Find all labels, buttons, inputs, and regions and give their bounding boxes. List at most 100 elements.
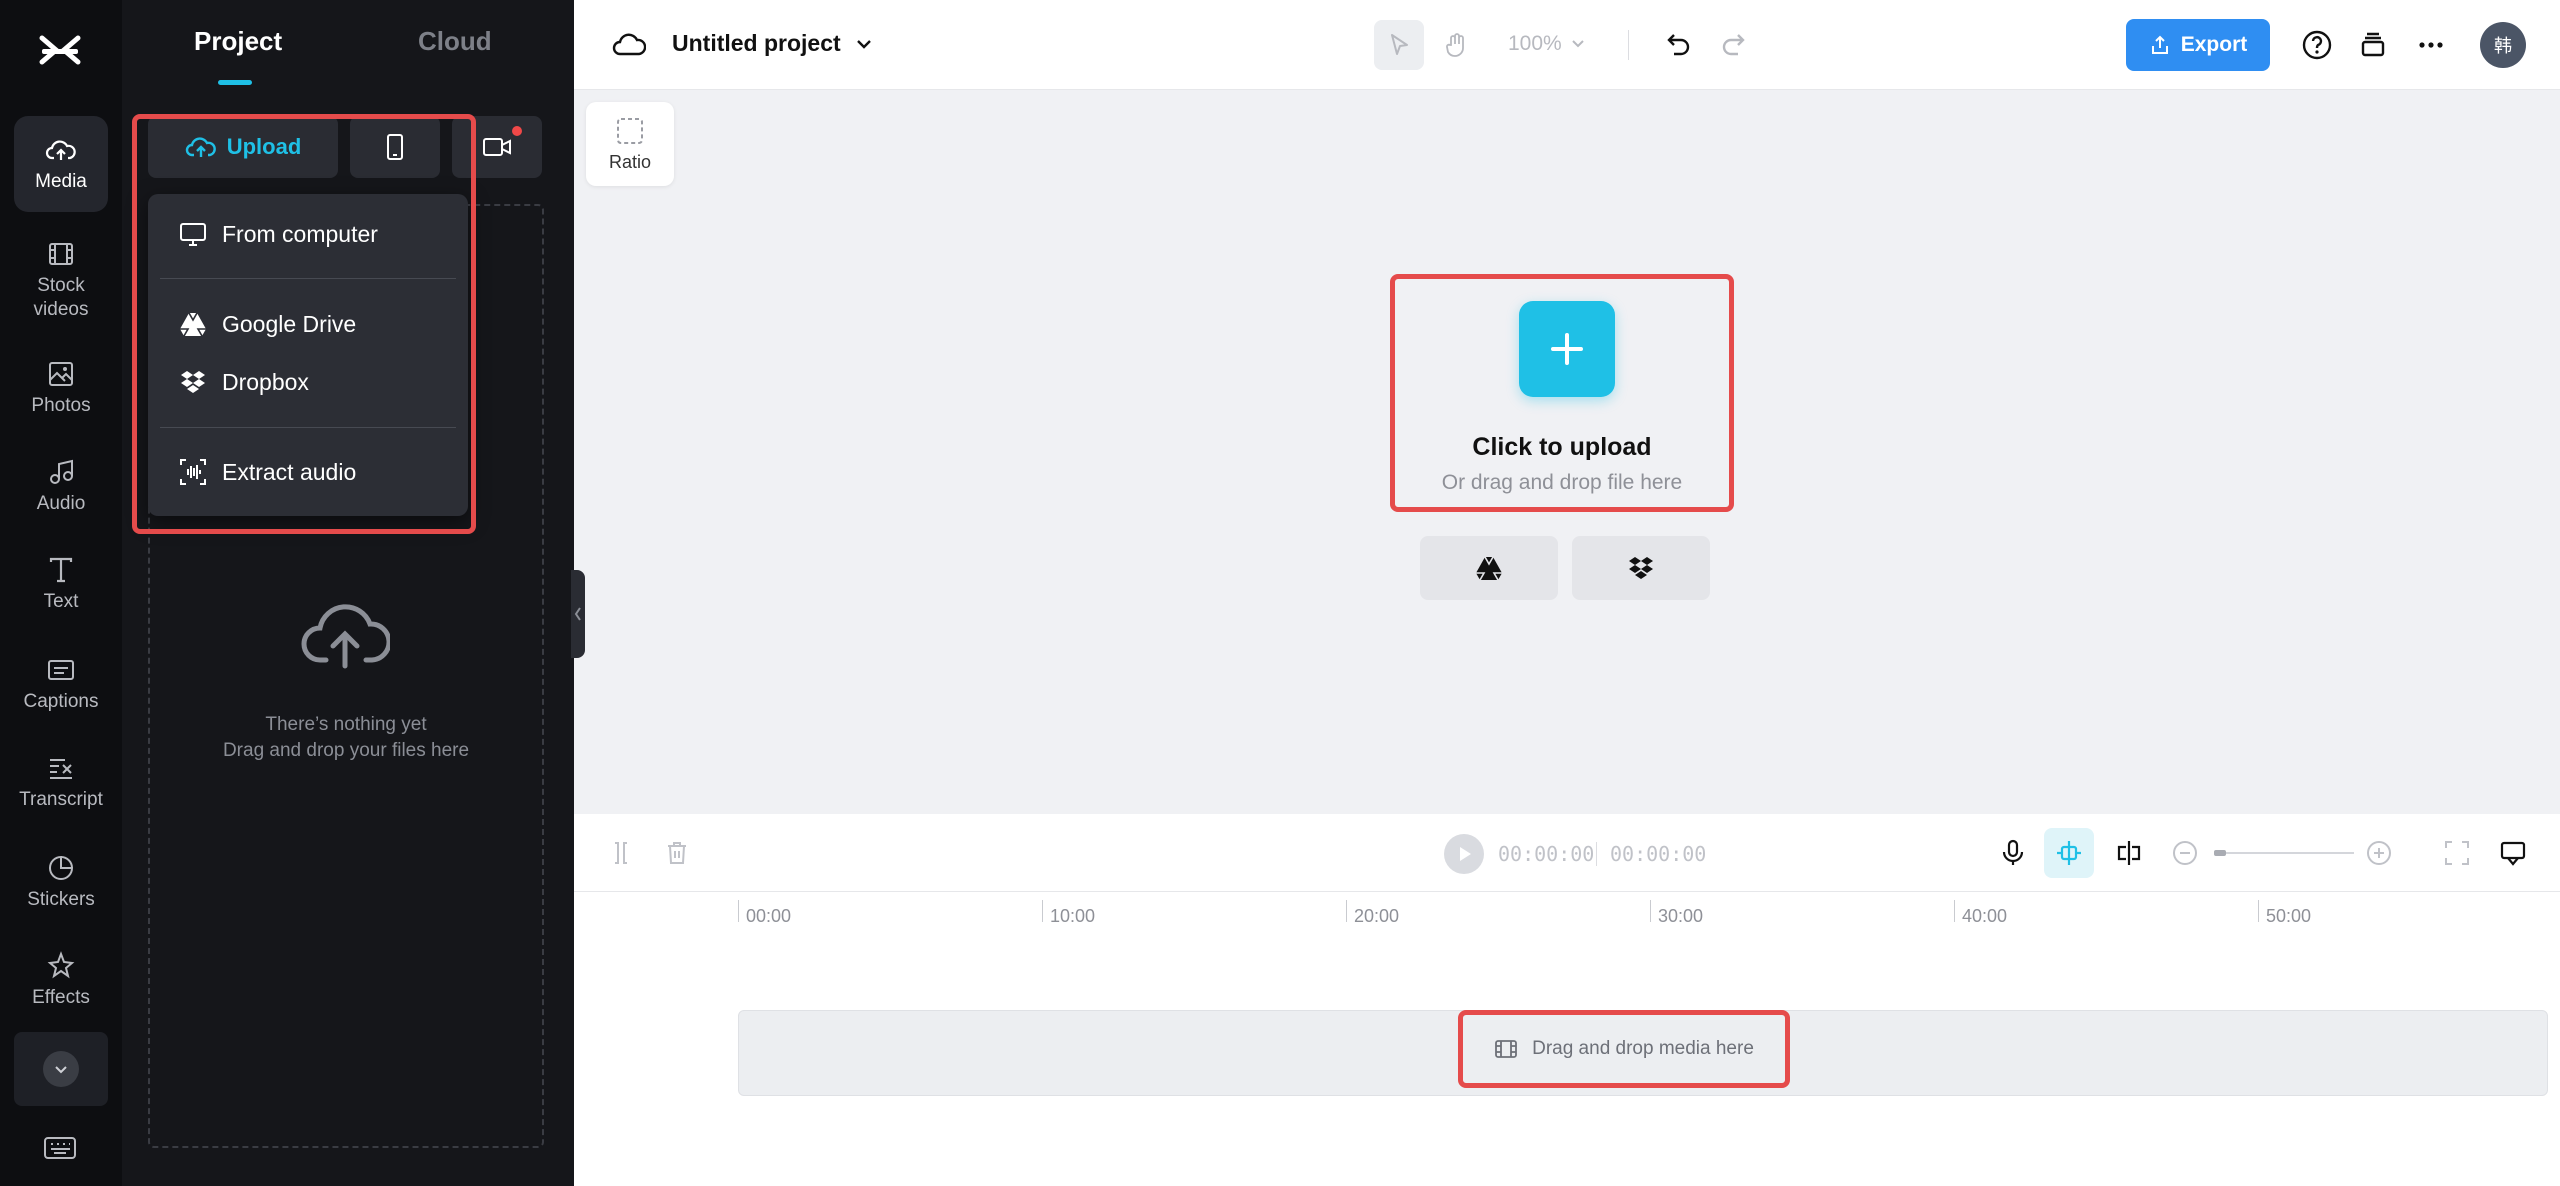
rail-item-media[interactable]: Media [14, 116, 108, 212]
upload-button[interactable]: Upload [148, 116, 338, 178]
upload-dropdown-menu: From computer Google Drive Dropbox Extra… [148, 194, 468, 516]
extract-audio-icon [180, 459, 206, 485]
upload-from-phone-button[interactable] [350, 116, 440, 178]
ruler-label: 40:00 [1962, 906, 2008, 926]
active-tab-indicator [218, 80, 252, 85]
rail-item-transcript[interactable]: Transcript [14, 734, 108, 830]
empty-state-title: There’s nothing yet [265, 714, 427, 735]
redo-icon[interactable] [1718, 28, 1752, 62]
layers-icon[interactable] [2356, 28, 2390, 62]
rail-item-label: Media [35, 171, 87, 192]
rail-item-label: Effects [32, 987, 90, 1008]
google-drive-icon [1476, 556, 1502, 581]
ratio-button[interactable]: Ratio [586, 102, 674, 186]
zoom-level: 100% [1508, 32, 1562, 55]
ruler-tick [1042, 900, 1043, 922]
collapse-panel-handle[interactable] [571, 570, 585, 658]
capcut-logo-icon[interactable] [36, 28, 84, 76]
time-divider [1596, 842, 1597, 866]
chevron-down-icon[interactable] [854, 36, 874, 52]
keyboard-shortcuts-icon[interactable] [42, 1134, 78, 1162]
captions-icon [48, 660, 74, 680]
avatar[interactable]: 韩 [2480, 22, 2526, 68]
magnet-icon [2057, 841, 2081, 865]
phone-icon [387, 134, 403, 160]
menu-item-label: Extract audio [222, 458, 357, 485]
help-icon[interactable] [2300, 28, 2334, 62]
fit-timeline-icon[interactable] [2442, 838, 2472, 868]
export-button[interactable]: Export [2126, 19, 2270, 71]
zoom-out-icon[interactable] [2170, 838, 2200, 868]
transcript-icon [50, 759, 72, 779]
rail-item-label: Transcript [19, 789, 103, 810]
more-options-icon[interactable] [2414, 28, 2448, 62]
rail-item-text[interactable]: Text [14, 536, 108, 632]
menu-item-from-computer[interactable]: From computer [148, 206, 468, 262]
auto-snap-toggle[interactable] [2044, 828, 2094, 878]
rail-item-effects[interactable]: Effects [14, 932, 108, 1028]
ruler-tick [2258, 900, 2259, 922]
click-to-upload-area[interactable]: Click to upload Or drag and drop file he… [1390, 274, 1734, 512]
total-duration: 00:00:00 [1610, 842, 1707, 866]
ruler-label: 20:00 [1354, 906, 1400, 926]
zoom-in-icon[interactable] [2364, 838, 2394, 868]
tab-project[interactable]: Project [194, 26, 282, 57]
dropbox-icon [181, 371, 205, 393]
select-tool-button[interactable] [1374, 20, 1424, 70]
google-drive-upload-button[interactable] [1420, 536, 1558, 600]
left-rail: Media Stock videos Photos Audio Text Cap… [0, 0, 122, 1186]
ruler-label: 10:00 [1050, 906, 1096, 926]
record-button[interactable] [452, 116, 542, 178]
rail-item-label: Captions [23, 691, 99, 712]
export-icon [2151, 35, 2168, 54]
rail-item-stock-videos[interactable]: Stock videos [14, 230, 108, 330]
toolbar-divider [1628, 30, 1629, 60]
timeline-zoom-slider[interactable] [2214, 850, 2354, 856]
pointer-icon [1391, 34, 1408, 55]
cloud-upload-icon [45, 140, 76, 160]
sticker-icon [49, 855, 74, 880]
comment-icon[interactable] [2498, 838, 2528, 868]
drag-drop-hint: Or drag and drop file here [1441, 471, 1683, 494]
google-drive-icon [180, 312, 206, 337]
chevron-left-icon [574, 607, 581, 621]
play-icon [1460, 847, 1471, 861]
rail-item-label: Stickers [27, 889, 95, 910]
rail-item-photos[interactable]: Photos [14, 340, 108, 436]
menu-item-extract-audio[interactable]: Extract audio [148, 444, 468, 500]
split-icon[interactable] [606, 838, 636, 868]
play-button[interactable] [1444, 834, 1484, 874]
ruler-label: 30:00 [1658, 906, 1704, 926]
video-camera-icon [483, 138, 511, 156]
top-bar: Untitled project 100% Export 韩 [574, 0, 2560, 90]
undo-icon[interactable] [1660, 28, 1694, 62]
zoom-dropdown[interactable]: 100% [1508, 32, 1586, 56]
timeline-drop-zone[interactable]: Drag and drop media here [1458, 1010, 1790, 1088]
image-icon [49, 362, 73, 386]
add-media-button[interactable] [1519, 301, 1615, 397]
tab-cloud[interactable]: Cloud [418, 26, 492, 57]
zoom-slider-handle[interactable] [2214, 850, 2226, 856]
rail-expand-button[interactable] [14, 1032, 108, 1106]
cloud-icon [612, 33, 646, 56]
monitor-icon [180, 223, 206, 246]
menu-divider [160, 427, 456, 428]
rail-item-audio[interactable]: Audio [14, 438, 108, 534]
ratio-icon [617, 117, 643, 144]
ruler-label: 50:00 [2266, 906, 2312, 926]
link-tracks-icon[interactable] [2114, 838, 2144, 868]
microphone-icon[interactable] [1998, 838, 2028, 868]
rail-item-stickers[interactable]: Stickers [14, 834, 108, 930]
ruler-tick [1650, 900, 1651, 922]
plus-icon [1551, 333, 1583, 365]
film-icon [49, 243, 73, 265]
delete-icon[interactable] [662, 838, 692, 868]
menu-item-dropbox[interactable]: Dropbox [148, 354, 468, 410]
hand-tool-button[interactable] [1432, 20, 1482, 70]
project-title[interactable]: Untitled project [672, 30, 841, 57]
rail-item-captions[interactable]: Captions [14, 636, 108, 732]
menu-item-google-drive[interactable]: Google Drive [148, 296, 468, 352]
dropbox-upload-button[interactable] [1572, 536, 1710, 600]
menu-divider [160, 278, 456, 279]
menu-item-label: From computer [222, 220, 378, 247]
